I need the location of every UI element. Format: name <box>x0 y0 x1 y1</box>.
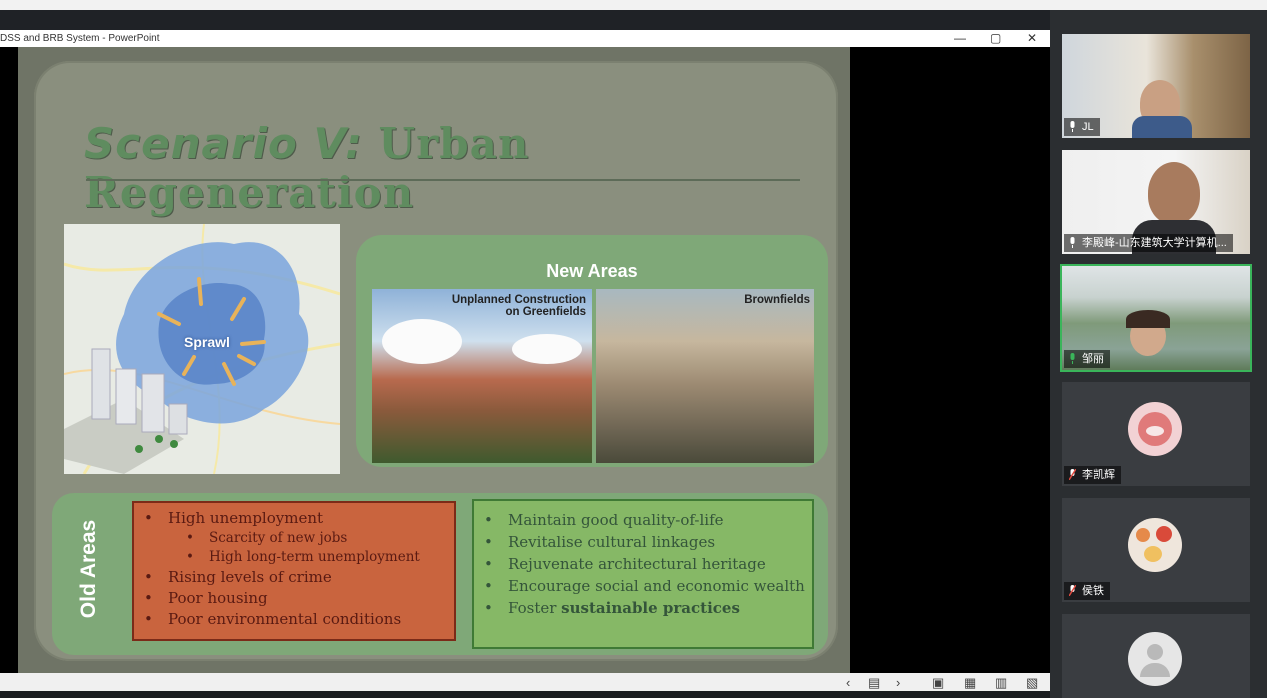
person-face <box>1148 162 1200 224</box>
cloud-shape <box>512 334 582 364</box>
old-areas-title-wrap: Old Areas <box>76 493 102 655</box>
notes-icon[interactable]: ▤ <box>868 675 880 691</box>
slide-title-italic: Scenario V: <box>84 119 363 168</box>
prev-slide-icon[interactable]: ‹ <box>846 675 850 690</box>
reading-view-icon[interactable]: ▥ <box>995 675 1007 691</box>
minimize-button[interactable]: — <box>954 31 966 45</box>
restore-button[interactable]: ▢ <box>990 31 1001 45</box>
slide-sorter-icon[interactable]: ▦ <box>964 675 976 691</box>
slideshow-icon[interactable]: ▧ <box>1026 675 1038 691</box>
person-icon-head <box>1147 644 1163 660</box>
old-areas-title: Old Areas <box>77 519 100 619</box>
problem-item: Poor housing <box>134 588 454 609</box>
participant-name-tag: 李凯辉 <box>1064 466 1121 484</box>
window-title: DSS and BRB System - PowerPoint <box>0 33 160 44</box>
taskbar <box>0 691 1050 698</box>
problems-box: High unemployment Scarcity of new jobs H… <box>132 501 456 641</box>
slide-title: Scenario V: Urban Regeneration <box>84 119 824 217</box>
participant-name-tag: 李殿峰-山东建筑大学计算机... <box>1064 234 1233 252</box>
avatar-food <box>1136 528 1150 542</box>
participant-name-tag: JL <box>1064 118 1100 136</box>
participant-name: 李殿峰-山东建筑大学计算机... <box>1082 237 1227 249</box>
participant-tile[interactable]: 李凯辉 <box>1062 382 1250 486</box>
sprawl-map-image: Sprawl <box>64 224 340 474</box>
greenfields-photo: Unplanned Construction on Greenfields <box>372 289 592 463</box>
avatar-placeholder <box>1128 632 1182 686</box>
problem-item: Rising levels of crime <box>134 567 454 588</box>
greenfields-label: Unplanned Construction on Greenfields <box>452 294 586 318</box>
goal-item: Revitalise cultural linkages <box>474 531 812 553</box>
goal-text: Foster <box>508 599 562 617</box>
avatar-food <box>1144 546 1162 562</box>
goal-item: Maintain good quality-of-life <box>474 509 812 531</box>
old-areas-box: Old Areas High unemployment Scarcity of … <box>52 493 828 655</box>
brownfields-label: Brownfields <box>744 294 810 306</box>
participant-tile[interactable] <box>1062 614 1250 698</box>
new-areas-title: New Areas <box>546 261 638 281</box>
participant-name: 李凯辉 <box>1082 469 1115 481</box>
greenfields-label-line2: on Greenfields <box>505 306 586 318</box>
next-slide-icon[interactable]: › <box>896 675 900 690</box>
avatar <box>1128 518 1182 572</box>
goal-item: Rejuvenate architectural heritage <box>474 553 812 575</box>
mic-muted-icon <box>1069 469 1076 480</box>
goal-item-last: Foster sustainable practices <box>474 597 812 619</box>
mic-icon <box>1070 237 1075 248</box>
mic-muted-icon <box>1069 585 1076 596</box>
person-icon-body <box>1140 663 1170 677</box>
sprawl-label: Sprawl <box>184 334 230 350</box>
problem-subitem: Scarcity of new jobs <box>134 529 454 548</box>
goals-box: Maintain good quality-of-life Revitalise… <box>472 499 814 649</box>
slide-viewport: Scenario V: Urban Regeneration Sprawl Ne… <box>0 47 1050 673</box>
mic-icon <box>1070 353 1075 364</box>
participant-tile[interactable]: 侯铁 <box>1062 498 1250 602</box>
participant-tile[interactable]: 李殿峰-山东建筑大学计算机... <box>1062 150 1250 254</box>
mic-icon <box>1070 121 1075 132</box>
problem-item: High unemployment <box>134 508 454 529</box>
participant-name: 邹丽 <box>1082 353 1104 365</box>
person-hair <box>1126 310 1170 328</box>
goal-item: Encourage social and economic wealth <box>474 575 812 597</box>
person-shirt <box>1132 116 1192 138</box>
participant-name: JL <box>1082 121 1094 133</box>
new-areas-box: New Areas Unplanned Construction on Gree… <box>356 235 828 467</box>
avatar-food <box>1156 526 1172 542</box>
participant-tile[interactable]: JL <box>1062 34 1250 138</box>
problem-item: Poor environmental conditions <box>134 609 454 630</box>
slide: Scenario V: Urban Regeneration Sprawl Ne… <box>18 47 850 673</box>
title-divider <box>86 179 800 181</box>
participant-name-tag: 侯铁 <box>1064 582 1110 600</box>
participant-name-tag: 邹丽 <box>1064 350 1110 368</box>
goal-bold-text: sustainable practices <box>561 599 740 617</box>
normal-view-icon[interactable]: ▣ <box>932 675 944 691</box>
participant-tile-active[interactable]: 邹丽 <box>1062 266 1250 370</box>
cloud-shape <box>382 319 462 364</box>
problem-subitem: High long-term unemployment <box>134 548 454 567</box>
brownfields-photo: Brownfields <box>596 289 814 463</box>
participant-name: 侯铁 <box>1082 585 1104 597</box>
greenfields-label-line1: Unplanned Construction <box>451 294 586 306</box>
close-button[interactable]: ✕ <box>1027 31 1037 45</box>
ppt-status-bar: ‹ ▤ › ▣ ▦ ▥ ▧ <box>0 673 1050 693</box>
ppt-title-bar: DSS and BRB System - PowerPoint — ▢ ✕ <box>0 30 1050 47</box>
top-strip <box>0 0 1267 10</box>
participant-panel: JL 李殿峰-山东建筑大学计算机... 邹丽 李凯辉 侯铁 <box>1050 10 1267 698</box>
avatar <box>1128 402 1182 456</box>
avatar-mouth <box>1146 426 1164 436</box>
